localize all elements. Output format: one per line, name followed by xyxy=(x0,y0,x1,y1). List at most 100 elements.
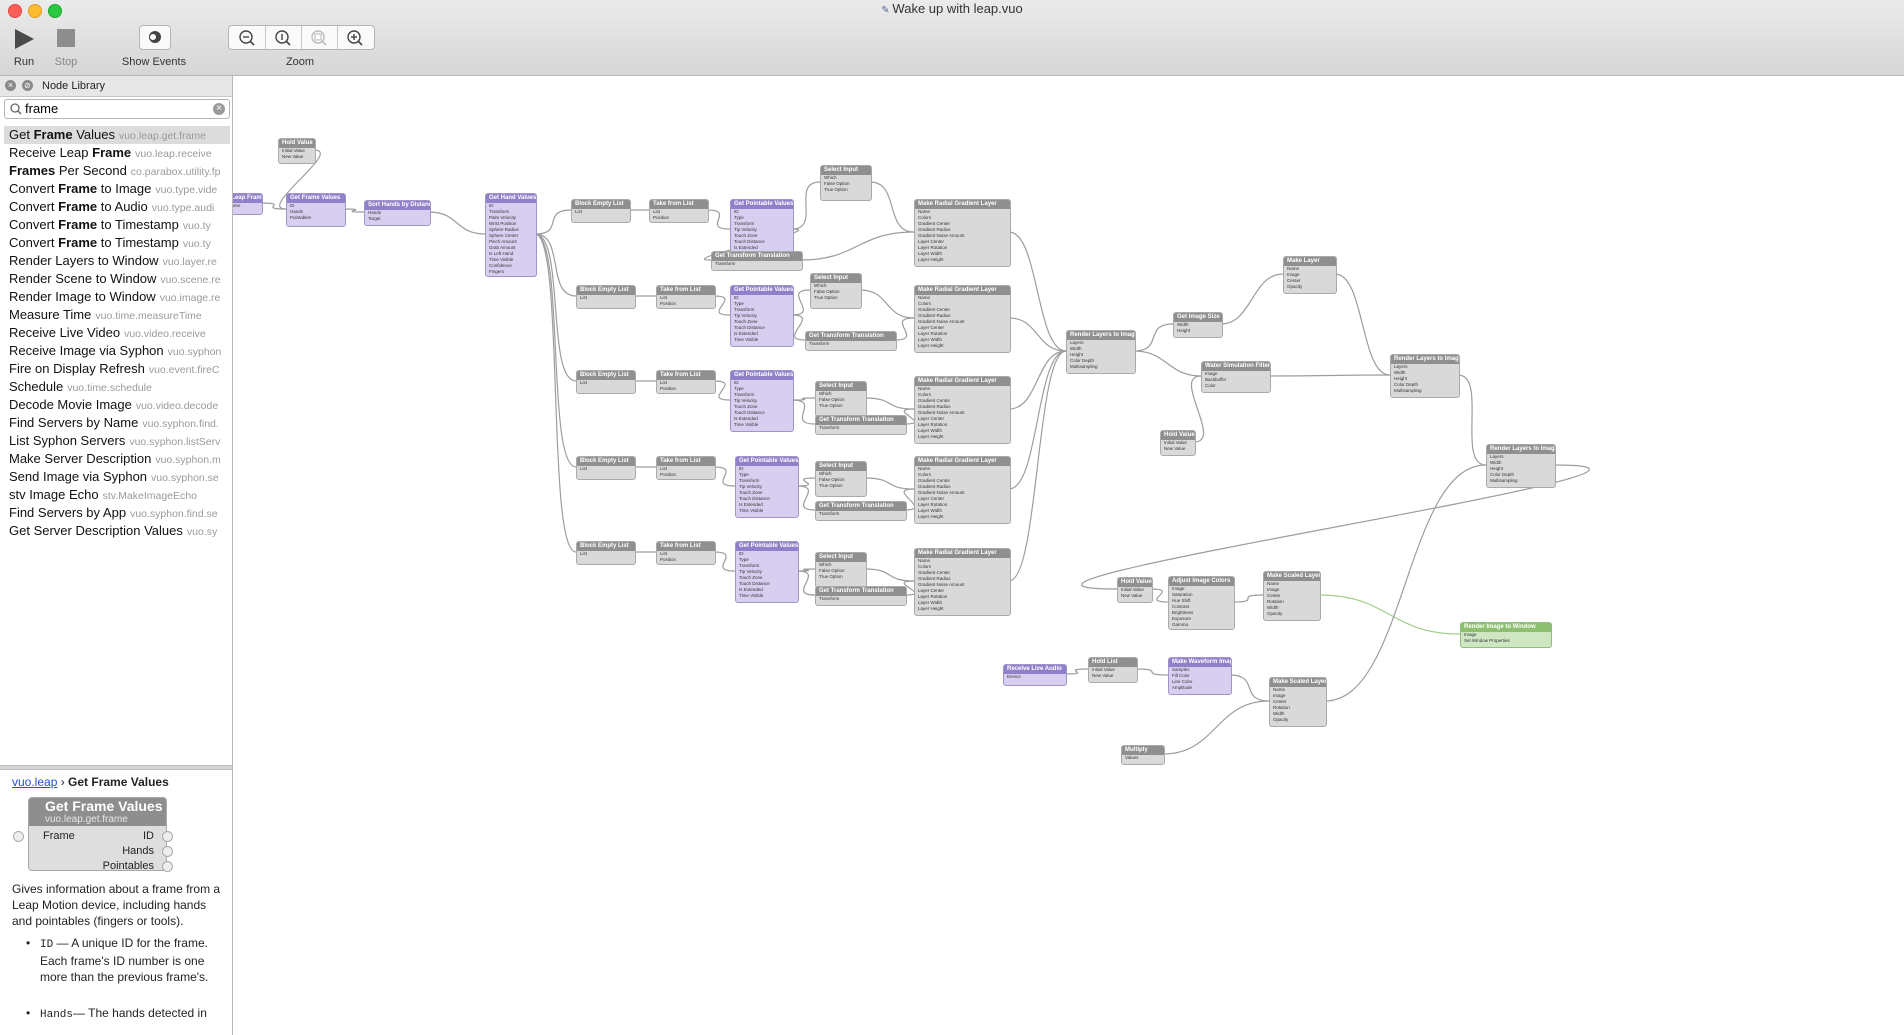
graph-node-port[interactable]: True Option xyxy=(811,295,861,301)
graph-node[interactable]: Take from List List Position xyxy=(649,199,709,223)
graph-node-port[interactable]: Transform xyxy=(806,341,896,347)
zoom-actual-size-button[interactable] xyxy=(265,26,302,49)
graph-node[interactable]: Receive Live Audio Device xyxy=(1003,664,1067,686)
graph-node-port[interactable]: Time Visible xyxy=(731,422,793,428)
graph-node-port[interactable]: List xyxy=(577,380,635,386)
library-item[interactable]: Measure Time vuo.time.measureTime xyxy=(4,306,230,324)
graph-node-port[interactable]: List xyxy=(577,551,635,557)
graph-node[interactable]: Hold Value Initial Value New Value xyxy=(1117,577,1153,603)
library-item[interactable]: Make Server Description vuo.syphon.m xyxy=(4,450,230,468)
graph-node[interactable]: Select Input Which False Option True Option xyxy=(810,273,862,309)
graph-node-port[interactable]: Color xyxy=(1202,383,1270,389)
graph-node[interactable]: Get Frame Values ID Hands Pointables xyxy=(286,193,346,227)
graph-node-port[interactable]: Transform xyxy=(712,261,802,267)
library-item[interactable]: Render Image to Window vuo.image.re xyxy=(4,288,230,306)
graph-node[interactable]: Get Transform Translation Transform xyxy=(805,331,897,351)
graph-node[interactable]: Get Pointable Values ID Type Transform Tip V… xyxy=(735,456,799,518)
graph-node[interactable]: Get Transform Translation Transform xyxy=(711,251,803,271)
graph-node[interactable]: Get Transform Translation Transform xyxy=(815,415,907,435)
zoom-to-fit-button[interactable] xyxy=(301,26,338,49)
graph-node-port[interactable]: True Option xyxy=(816,574,866,580)
graph-node[interactable]: Make Scaled Layer Name Image Center Rotation… xyxy=(1263,571,1321,621)
graph-node-port[interactable]: List xyxy=(577,295,635,301)
graph-node[interactable]: Take from List List Position xyxy=(656,541,716,565)
graph-node-port[interactable]: Gamma xyxy=(1169,622,1234,628)
graph-node-port[interactable]: New Value xyxy=(1118,593,1152,599)
graph-node[interactable]: Block Empty List List xyxy=(576,541,636,565)
library-item[interactable]: Convert Frame to Timestamp vuo.ty xyxy=(4,216,230,234)
graph-node[interactable]: Render Layers to Image Layers Width Height C… xyxy=(1486,444,1556,488)
composition-canvas[interactable]: Hold ValueInitial ValueNew Value Receive … xyxy=(233,76,1904,1035)
graph-node[interactable]: Hold Value Initial Value New Value xyxy=(1160,430,1196,456)
library-item[interactable]: Decode Movie Image vuo.video.decode xyxy=(4,396,230,414)
library-item[interactable]: Receive Leap Frame vuo.leap.receive xyxy=(4,144,230,162)
graph-node-port[interactable]: Position xyxy=(657,301,715,307)
graph-node-port[interactable]: Set Window Properties xyxy=(1461,638,1551,644)
panel-options-icon[interactable]: ⊘ xyxy=(22,80,33,91)
library-item[interactable]: Find Servers by Name vuo.syphon.find. xyxy=(4,414,230,432)
graph-node-port[interactable]: List xyxy=(572,209,630,215)
graph-node-port[interactable]: True Option xyxy=(821,187,871,193)
graph-node-port[interactable]: Opacity xyxy=(1264,611,1320,617)
graph-node-port[interactable]: Target xyxy=(365,216,430,222)
graph-node[interactable]: Get Pointable Values ID Type Transform Tip V… xyxy=(730,285,794,347)
graph-node[interactable]: Select Input Which False Option True Option xyxy=(815,381,867,417)
graph-node-port[interactable]: Height xyxy=(1174,328,1222,334)
graph-node[interactable]: Block Empty List List xyxy=(576,456,636,480)
graph-node[interactable]: Render Layers to Image Layers Width Height C… xyxy=(1066,330,1136,374)
graph-node[interactable]: Get Image Size Width Height xyxy=(1173,312,1223,338)
graph-node[interactable]: Select Input Which False Option True Option xyxy=(815,552,867,588)
graph-node[interactable]: Get Pointable Values ID Type Transform Tip V… xyxy=(730,370,794,432)
graph-node-port[interactable]: Time Visible xyxy=(731,337,793,343)
library-item[interactable]: Render Scene to Window vuo.scene.re xyxy=(4,270,230,288)
graph-node[interactable]: Sort Hands by Distance Hands Target xyxy=(364,200,431,226)
graph-node-port[interactable]: Amplitude xyxy=(1169,685,1231,691)
graph-node-port[interactable]: Time Visible xyxy=(736,508,798,514)
library-item[interactable]: Receive Live Video vuo.video.receive xyxy=(4,324,230,342)
graph-node[interactable]: Make Layer Name Image Center Opacity xyxy=(1283,256,1337,294)
clear-search-icon[interactable]: × xyxy=(213,103,225,115)
graph-node[interactable]: Take from List List Position xyxy=(656,370,716,394)
node-search-field[interactable]: × xyxy=(4,99,230,119)
graph-node-port[interactable]: Multisampling xyxy=(1391,388,1459,394)
graph-node[interactable]: Receive Leap FrameReceived Frame xyxy=(233,193,263,215)
graph-node-port[interactable]: Opacity xyxy=(1270,717,1326,723)
graph-node-port[interactable]: Transform xyxy=(816,596,906,602)
graph-node[interactable]: Make Radial Gradient Layer Name Colors Grad… xyxy=(914,456,1011,524)
show-events-button[interactable] xyxy=(139,25,171,50)
graph-node[interactable]: Take from List List Position xyxy=(656,285,716,309)
library-item[interactable]: Schedule vuo.time.schedule xyxy=(4,378,230,396)
graph-node[interactable]: Get Pointable Values ID Type Transform Tip V… xyxy=(735,541,799,603)
graph-node-port[interactable]: New Value xyxy=(1089,673,1137,679)
graph-node[interactable]: Get Transform Translation Transform xyxy=(815,501,907,521)
graph-node-port[interactable]: New Value xyxy=(1161,446,1195,452)
graph-node-port[interactable]: List xyxy=(577,466,635,472)
graph-node[interactable]: Make Radial Gradient Layer Name Colors Grad… xyxy=(914,285,1011,353)
graph-node[interactable]: Select Input Which False Option True Option xyxy=(820,165,872,201)
graph-node-port[interactable]: Multisampling xyxy=(1487,478,1555,484)
graph-node-port[interactable]: True Option xyxy=(816,403,866,409)
graph-node[interactable]: Multiply Values xyxy=(1121,745,1165,765)
graph-node-port[interactable]: Position xyxy=(657,472,715,478)
graph-node-port[interactable]: Layer Height xyxy=(915,343,1010,349)
graph-node-port[interactable]: Layer Height xyxy=(915,606,1010,612)
graph-node[interactable]: Adjust Image Colors Image Saturation Hue Sh… xyxy=(1168,576,1235,630)
graph-node-port[interactable]: Multisampling xyxy=(1067,364,1135,370)
graph-node-port[interactable]: New Value xyxy=(279,154,315,160)
graph-node[interactable]: Take from List List Position xyxy=(656,456,716,480)
graph-node[interactable]: Hold Value Initial Value New Value xyxy=(278,138,316,164)
graph-node-port[interactable]: Position xyxy=(650,215,708,221)
graph-node-port[interactable]: Position xyxy=(657,386,715,392)
node-search-input[interactable] xyxy=(25,100,205,116)
graph-node-port[interactable]: Position xyxy=(657,557,715,563)
library-item[interactable]: Convert Frame to Image vuo.type.vide xyxy=(4,180,230,198)
run-button[interactable] xyxy=(12,27,36,51)
graph-node[interactable]: Water Simulation Filter Image Backbuffer Co… xyxy=(1201,361,1271,393)
graph-node[interactable]: Make Scaled Layer Name Image Center Rotation… xyxy=(1269,677,1327,727)
graph-node-port[interactable]: Received Frame xyxy=(233,203,262,209)
graph-node[interactable]: Make Radial Gradient Layer Name Colors Grad… xyxy=(914,548,1011,616)
library-item[interactable]: Send Image via Syphon vuo.syphon.se xyxy=(4,468,230,486)
graph-node[interactable]: Block Empty List List xyxy=(571,199,631,223)
graph-node-port[interactable]: Time Visible xyxy=(736,593,798,599)
zoom-out-button[interactable] xyxy=(229,26,266,49)
